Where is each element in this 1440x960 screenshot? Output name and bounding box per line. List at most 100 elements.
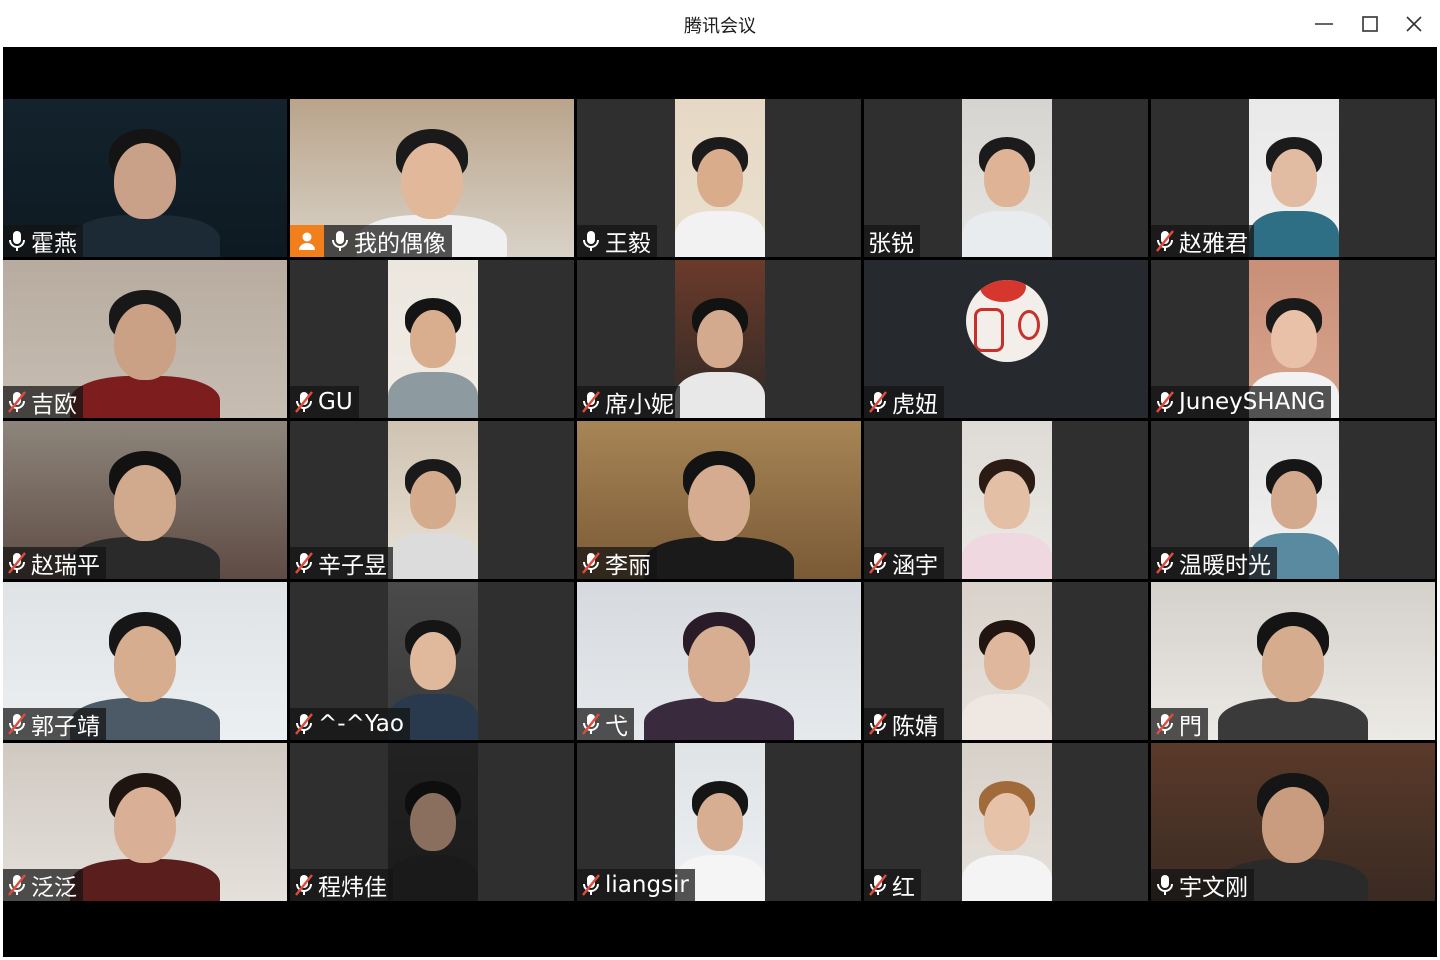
minimize-button[interactable] bbox=[1308, 8, 1340, 40]
participant-tile[interactable]: 涵宇 bbox=[864, 421, 1148, 579]
close-button[interactable] bbox=[1398, 8, 1430, 40]
participant-video bbox=[962, 743, 1052, 901]
participant-name: 赵瑞平 bbox=[31, 553, 100, 579]
participant-avatar bbox=[966, 280, 1048, 362]
participant-name-label: 程炜佳 bbox=[290, 869, 393, 901]
participant-tile[interactable]: 宇文刚 bbox=[1151, 743, 1435, 901]
mic-muted-icon bbox=[869, 552, 887, 574]
host-user-icon bbox=[290, 225, 324, 257]
participant-tile[interactable]: JuneySHANG bbox=[1151, 260, 1435, 418]
mic-muted-icon bbox=[582, 391, 600, 413]
participant-name-label: 李丽 bbox=[577, 547, 657, 579]
participant-name: 李丽 bbox=[605, 553, 651, 579]
participant-tile[interactable]: 陈婧 bbox=[864, 582, 1148, 740]
mic-muted-icon bbox=[1156, 552, 1174, 574]
participant-name: 吉欧 bbox=[31, 392, 77, 418]
participant-tile[interactable]: 温暖时光 bbox=[1151, 421, 1435, 579]
mic-icon bbox=[1157, 875, 1173, 895]
participant-name: 红 bbox=[892, 875, 915, 901]
participant-name-label: 赵瑞平 bbox=[3, 547, 106, 579]
participant-tile[interactable]: 李丽 bbox=[577, 421, 861, 579]
participant-tile[interactable]: 红 bbox=[864, 743, 1148, 901]
maximize-icon bbox=[1362, 16, 1378, 32]
participant-name-label: 泛泛 bbox=[3, 869, 83, 901]
mic-muted-icon bbox=[8, 552, 26, 574]
mic-muted-icon bbox=[295, 713, 313, 735]
maximize-button[interactable] bbox=[1354, 8, 1386, 40]
participant-name-label: 吉欧 bbox=[3, 386, 83, 418]
participant-name-label: GU bbox=[290, 386, 359, 418]
participant-video bbox=[962, 582, 1052, 740]
participant-name-label: 赵雅君 bbox=[1151, 225, 1254, 257]
participant-name-label: 陈婧 bbox=[864, 708, 944, 740]
mic-muted-icon bbox=[869, 391, 887, 413]
mic-muted-icon bbox=[582, 552, 600, 574]
participant-video bbox=[962, 421, 1052, 579]
mic-icon bbox=[9, 231, 25, 251]
close-icon bbox=[1406, 16, 1422, 32]
participant-name-label: 温暖时光 bbox=[1151, 547, 1277, 579]
participant-tile[interactable]: 王毅 bbox=[577, 99, 861, 257]
participant-name: 門 bbox=[1179, 714, 1202, 740]
mic-muted-icon bbox=[8, 874, 26, 896]
participant-tile[interactable]: GU bbox=[290, 260, 574, 418]
mic-muted-icon bbox=[295, 552, 313, 574]
mic-muted-icon bbox=[869, 713, 887, 735]
participant-name: 泛泛 bbox=[31, 875, 77, 901]
participant-name: ^-^Yao bbox=[318, 711, 404, 737]
participant-video bbox=[962, 99, 1052, 257]
mic-muted-icon bbox=[1156, 713, 1174, 735]
participant-tile[interactable]: 泛泛 bbox=[3, 743, 287, 901]
participant-name: 陈婧 bbox=[892, 714, 938, 740]
participant-name-label: 霍燕 bbox=[3, 225, 83, 257]
participant-name-label: 王毅 bbox=[577, 225, 657, 257]
mic-muted-icon bbox=[869, 874, 887, 896]
participant-tile[interactable]: ^-^Yao bbox=[290, 582, 574, 740]
participant-name-label: 张锐 bbox=[864, 225, 920, 257]
participant-tile[interactable]: 张锐 bbox=[864, 99, 1148, 257]
participant-name-label: JuneySHANG bbox=[1151, 386, 1332, 418]
participant-tile[interactable]: 赵雅君 bbox=[1151, 99, 1435, 257]
participant-tile[interactable]: 辛子昱 bbox=[290, 421, 574, 579]
participant-name: 郭子靖 bbox=[31, 714, 100, 740]
participant-tile[interactable]: 席小妮 bbox=[577, 260, 861, 418]
participant-tile[interactable]: 郭子靖 bbox=[3, 582, 287, 740]
participant-tile[interactable]: 程炜佳 bbox=[290, 743, 574, 901]
minimize-icon bbox=[1315, 23, 1333, 25]
mic-muted-icon bbox=[582, 874, 600, 896]
participant-name-label: 我的偶像 bbox=[290, 225, 452, 257]
participant-name: 王毅 bbox=[605, 231, 651, 257]
participant-tile[interactable]: 我的偶像 bbox=[290, 99, 574, 257]
participant-tile[interactable]: 吉欧 bbox=[3, 260, 287, 418]
mic-icon bbox=[583, 231, 599, 251]
mic-muted-icon bbox=[582, 713, 600, 735]
participant-tile[interactable]: liangsir bbox=[577, 743, 861, 901]
participant-name-label: 虎妞 bbox=[864, 386, 944, 418]
mic-muted-icon bbox=[295, 874, 313, 896]
mic-muted-icon bbox=[8, 713, 26, 735]
participant-name: GU bbox=[318, 389, 353, 415]
participant-tile[interactable]: 弋 bbox=[577, 582, 861, 740]
meeting-stage: 霍燕 我的偶像 王毅 张锐 赵雅君吉欧 GU 席小妮 虎妞 JuneySHANG 赵瑞平 辛子昱 李丽… bbox=[3, 47, 1437, 957]
participant-video bbox=[388, 421, 478, 579]
participant-tile[interactable]: 霍燕 bbox=[3, 99, 287, 257]
participant-name: 霍燕 bbox=[31, 231, 77, 257]
participant-tile[interactable]: 赵瑞平 bbox=[3, 421, 287, 579]
participant-name: 涵宇 bbox=[892, 553, 938, 579]
participant-name-label: 红 bbox=[864, 869, 921, 901]
participant-name-label: 門 bbox=[1151, 708, 1208, 740]
participant-name: JuneySHANG bbox=[1179, 389, 1326, 415]
participant-name: 张锐 bbox=[868, 231, 914, 257]
participant-tile[interactable]: 門 bbox=[1151, 582, 1435, 740]
participant-name: 弋 bbox=[605, 714, 628, 740]
participant-video bbox=[388, 260, 478, 418]
participant-video bbox=[675, 99, 765, 257]
participant-name-label: ^-^Yao bbox=[290, 708, 410, 740]
participant-name: 虎妞 bbox=[892, 392, 938, 418]
participant-name-label: 席小妮 bbox=[577, 386, 680, 418]
participant-name: 辛子昱 bbox=[318, 553, 387, 579]
window-title: 腾讯会议 bbox=[684, 16, 756, 37]
participant-video bbox=[675, 260, 765, 418]
participant-name-label: liangsir bbox=[577, 869, 695, 901]
participant-tile[interactable]: 虎妞 bbox=[864, 260, 1148, 418]
